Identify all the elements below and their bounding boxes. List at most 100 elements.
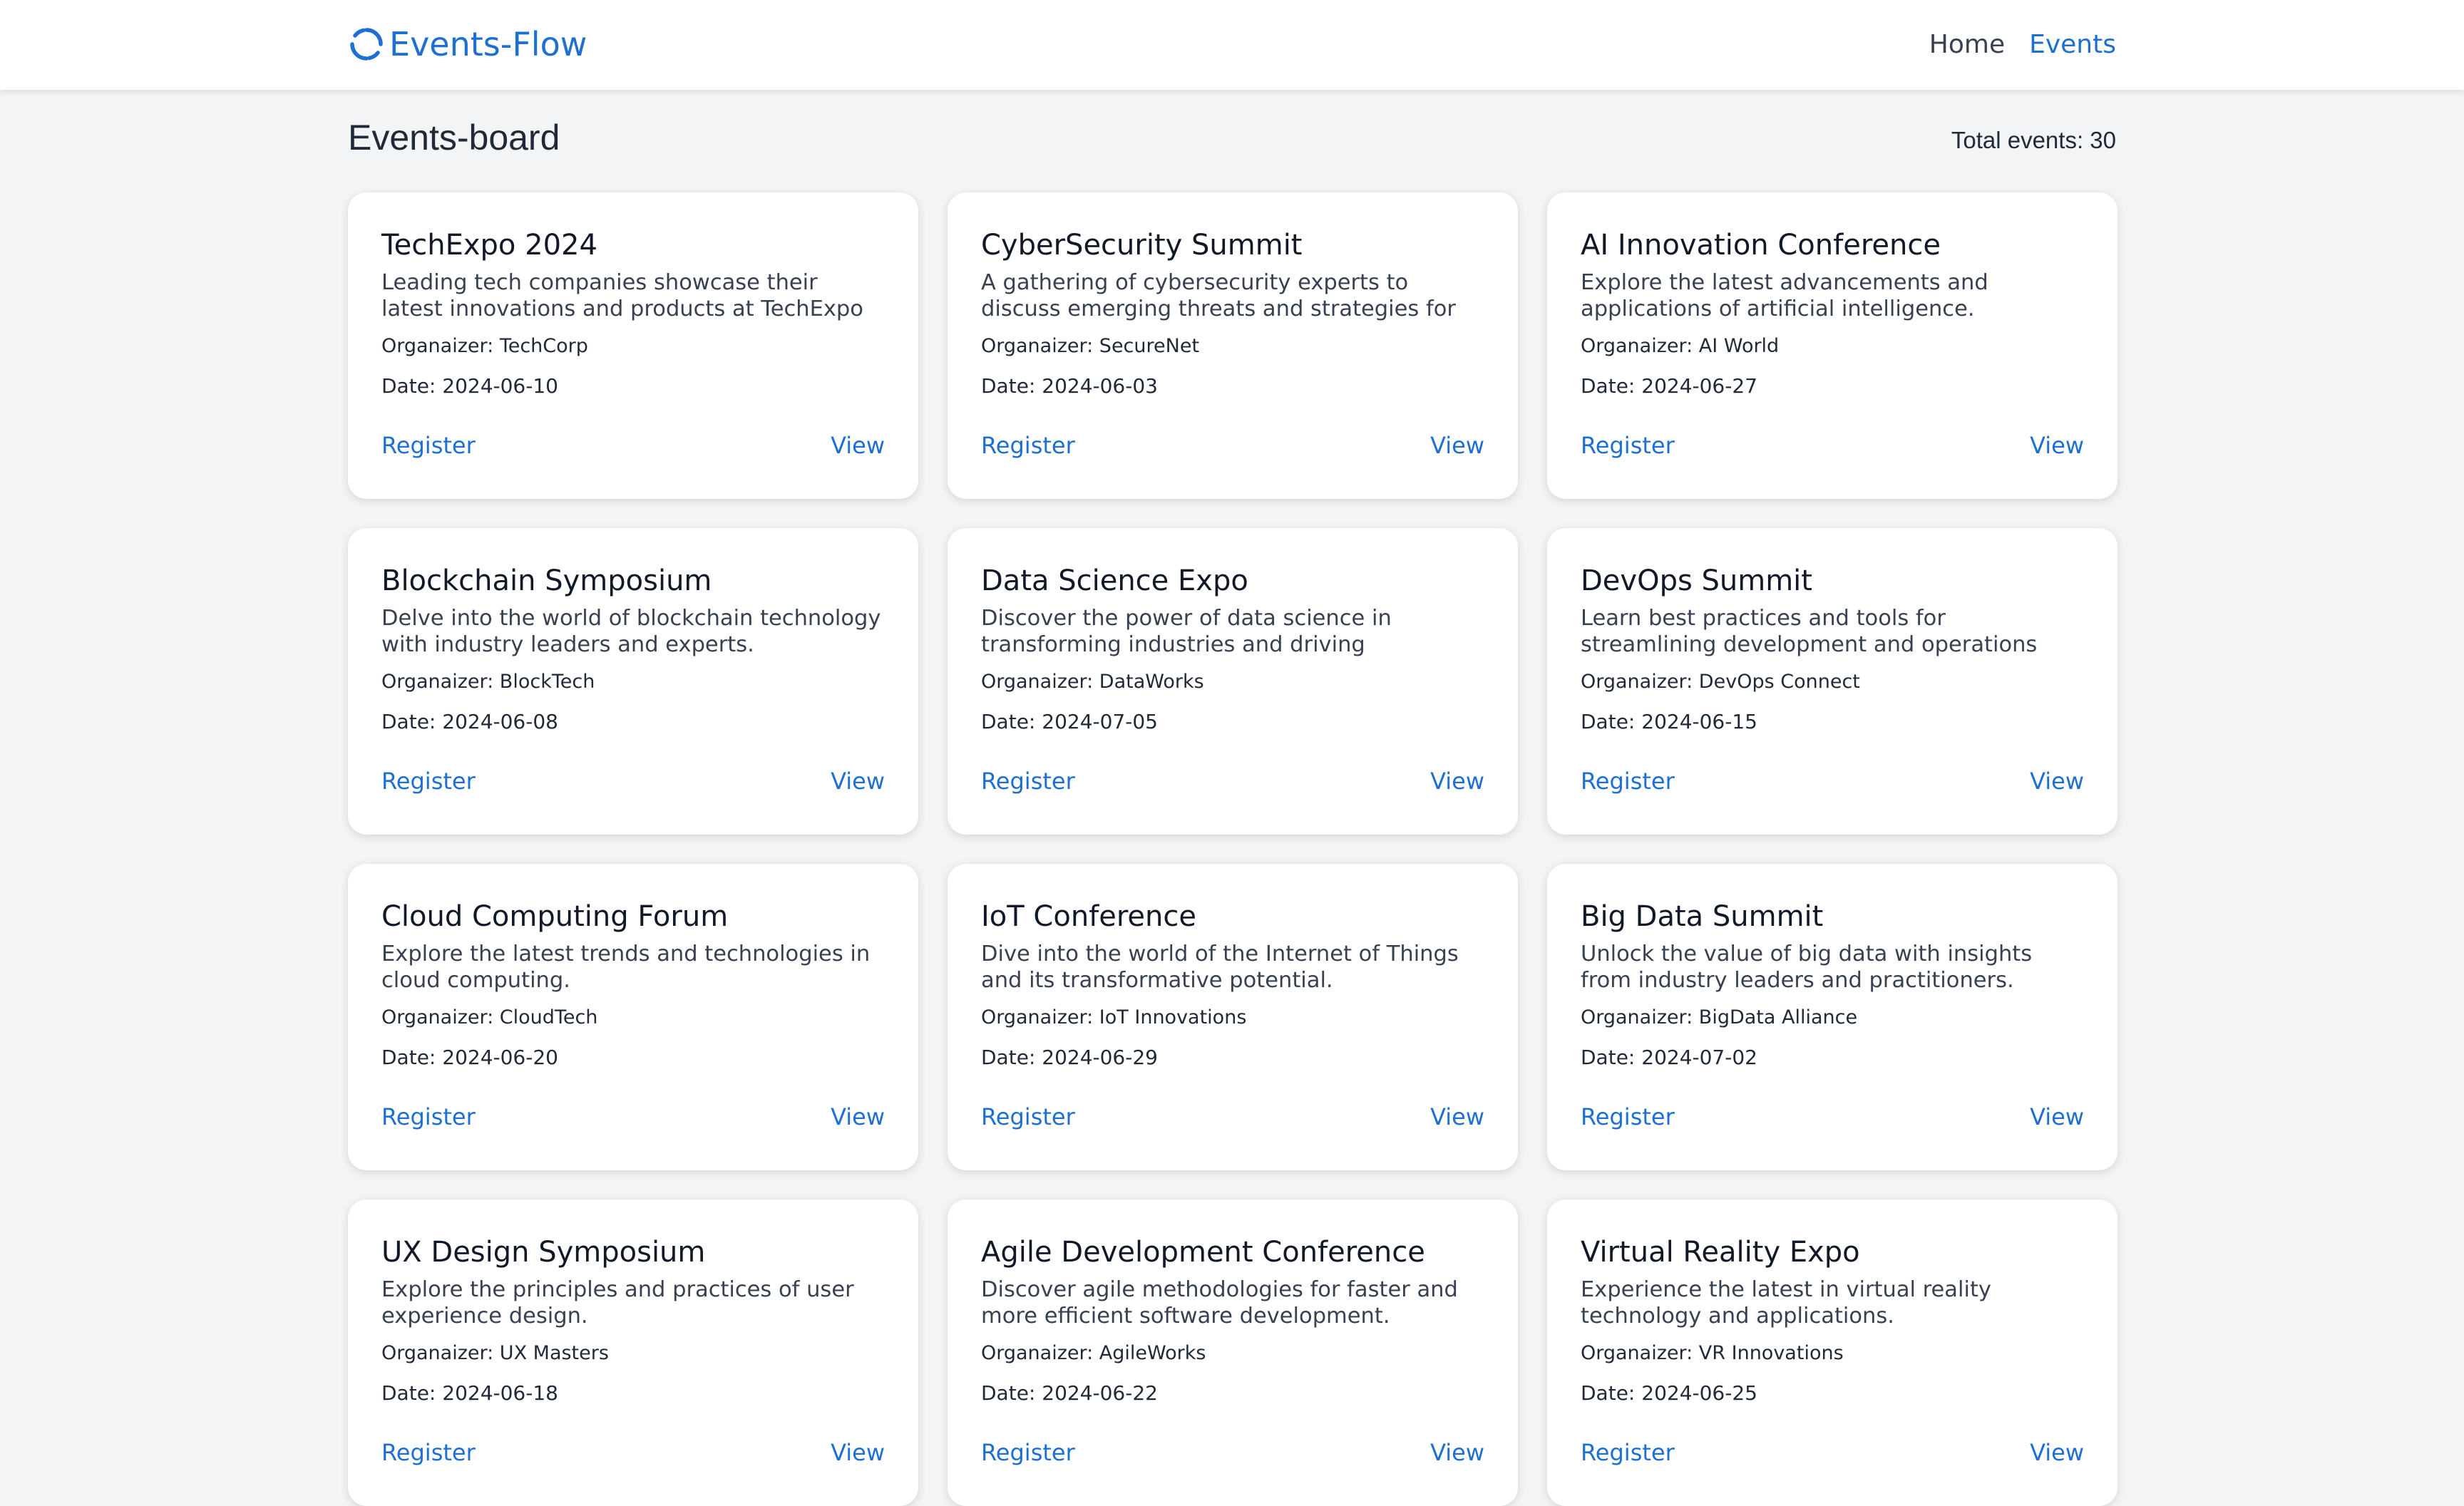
register-link[interactable]: Register	[381, 1103, 476, 1130]
event-actions: Register View	[981, 1439, 1484, 1466]
event-description: Delve into the world of blockchain techn…	[381, 606, 881, 657]
event-card: Agile Development Conference Discover agi…	[948, 1200, 1518, 1506]
event-organizer: Organaizer: CloudTech	[381, 1006, 598, 1028]
brand-name: Events-Flow	[389, 25, 587, 63]
register-link[interactable]: Register	[981, 1439, 1075, 1466]
event-description: Discover the power of data science in tr…	[981, 606, 1392, 657]
event-organizer: Organaizer: SecureNet	[981, 335, 1200, 357]
event-card: TechExpo 2024 Leading tech companies show…	[348, 192, 918, 499]
event-card: Data Science Expo Discover the power of d…	[948, 528, 1518, 835]
event-date: Date: 2024-06-25	[1581, 1381, 1757, 1405]
nav-link-home[interactable]: Home	[1929, 30, 2005, 59]
view-link[interactable]: View	[2030, 768, 2084, 795]
event-actions: Register View	[981, 1103, 1484, 1130]
event-card: Blockchain Symposium Delve into the world…	[348, 528, 918, 835]
register-link[interactable]: Register	[381, 432, 476, 459]
event-description: Leading tech companies showcase their la…	[381, 270, 863, 321]
event-description: Unlock the value of big data with insigh…	[1581, 942, 2033, 993]
view-link[interactable]: View	[1430, 1103, 1484, 1130]
event-card: DevOps Summit Learn best practices and to…	[1547, 528, 2118, 835]
page-title: Events-board	[348, 118, 560, 158]
event-actions: Register View	[1581, 768, 2084, 795]
event-actions: Register View	[1581, 1439, 2084, 1466]
register-link[interactable]: Register	[381, 1439, 476, 1466]
event-card: AI Innovation Conference Explore the late…	[1547, 192, 2118, 499]
view-link[interactable]: View	[2030, 1439, 2084, 1466]
nav-links: Home Events	[1929, 21, 2116, 67]
event-actions: Register View	[381, 768, 885, 795]
event-organizer: Organaizer: BigData Alliance	[1581, 1006, 1858, 1028]
register-link[interactable]: Register	[981, 768, 1075, 795]
event-date: Date: 2024-06-29	[981, 1046, 1158, 1069]
register-link[interactable]: Register	[1581, 1103, 1675, 1130]
event-title: Blockchain Symposium	[381, 564, 712, 597]
event-organizer: Organaizer: BlockTech	[381, 671, 595, 693]
loop-arrows-icon	[350, 28, 383, 61]
event-date: Date: 2024-06-10	[381, 374, 558, 398]
event-actions: Register View	[981, 768, 1484, 795]
view-link[interactable]: View	[831, 768, 885, 795]
total-events-count: Total events: 30	[1951, 127, 2116, 153]
event-actions: Register View	[381, 1103, 885, 1130]
register-link[interactable]: Register	[981, 1103, 1075, 1130]
event-organizer: Organaizer: IoT Innovations	[981, 1006, 1247, 1028]
view-link[interactable]: View	[831, 1103, 885, 1130]
event-date: Date: 2024-06-03	[981, 374, 1158, 398]
event-organizer: Organaizer: TechCorp	[381, 335, 588, 357]
event-description: A gathering of cybersecurity experts to …	[981, 270, 1456, 321]
register-link[interactable]: Register	[1581, 1439, 1675, 1466]
view-link[interactable]: View	[1430, 1439, 1484, 1466]
view-link[interactable]: View	[831, 1439, 885, 1466]
event-date: Date: 2024-06-08	[381, 710, 558, 733]
view-link[interactable]: View	[1430, 432, 1484, 459]
event-actions: Register View	[1581, 1103, 2084, 1130]
event-title: CyberSecurity Summit	[981, 229, 1303, 262]
view-link[interactable]: View	[1430, 768, 1484, 795]
event-organizer: Organaizer: AgileWorks	[981, 1342, 1206, 1364]
event-title: Big Data Summit	[1581, 900, 1824, 933]
event-title: Virtual Reality Expo	[1581, 1236, 1860, 1269]
brand-logo[interactable]: Events-Flow	[348, 21, 587, 67]
page-header: Events-board Total events: 30	[348, 114, 2116, 164]
event-description: Dive into the world of the Internet of T…	[981, 942, 1459, 993]
event-description: Explore the principles and practices of …	[381, 1277, 854, 1329]
event-date: Date: 2024-07-05	[981, 710, 1158, 733]
event-description: Discover agile methodologies for faster …	[981, 1277, 1458, 1329]
event-card: CyberSecurity Summit A gathering of cyber…	[948, 192, 1518, 499]
event-organizer: Organaizer: DataWorks	[981, 671, 1204, 693]
event-card: UX Design Symposium Explore the principle…	[348, 1200, 918, 1506]
event-title: TechExpo 2024	[381, 229, 597, 262]
register-link[interactable]: Register	[1581, 432, 1675, 459]
top-navbar: Events-Flow Home Events	[0, 0, 2464, 90]
event-card: Big Data Summit Unlock the value of big d…	[1547, 864, 2118, 1170]
register-link[interactable]: Register	[981, 432, 1075, 459]
view-link[interactable]: View	[2030, 432, 2084, 459]
event-date: Date: 2024-06-15	[1581, 710, 1757, 733]
event-actions: Register View	[381, 432, 885, 459]
event-organizer: Organaizer: DevOps Connect	[1581, 671, 1860, 693]
event-date: Date: 2024-06-18	[381, 1381, 558, 1405]
event-actions: Register View	[1581, 432, 2084, 459]
event-title: Agile Development Conference	[981, 1236, 1425, 1269]
event-date: Date: 2024-06-22	[981, 1381, 1158, 1405]
event-title: IoT Conference	[981, 900, 1196, 933]
event-card: IoT Conference Dive into the world of the…	[948, 864, 1518, 1170]
event-date: Date: 2024-06-20	[381, 1046, 558, 1069]
event-description: Learn best practices and tools for strea…	[1581, 606, 2038, 657]
event-description: Experience the latest in virtual reality…	[1581, 1277, 1991, 1329]
view-link[interactable]: View	[831, 432, 885, 459]
event-title: Data Science Expo	[981, 564, 1248, 597]
event-title: UX Design Symposium	[381, 1236, 706, 1269]
nav-link-events[interactable]: Events	[2029, 30, 2116, 59]
register-link[interactable]: Register	[1581, 768, 1675, 795]
event-description: Explore the latest trends and technologi…	[381, 942, 871, 993]
view-link[interactable]: View	[2030, 1103, 2084, 1130]
event-card: Cloud Computing Forum Explore the latest …	[348, 864, 918, 1170]
event-date: Date: 2024-06-27	[1581, 374, 1757, 398]
register-link[interactable]: Register	[381, 768, 476, 795]
events-grid: TechExpo 2024 Leading tech companies show…	[348, 192, 2118, 1506]
event-date: Date: 2024-07-02	[1581, 1046, 1757, 1069]
event-title: DevOps Summit	[1581, 564, 1812, 597]
event-description: Explore the latest advancements and appl…	[1581, 270, 1988, 321]
event-organizer: Organaizer: VR Innovations	[1581, 1342, 1844, 1364]
